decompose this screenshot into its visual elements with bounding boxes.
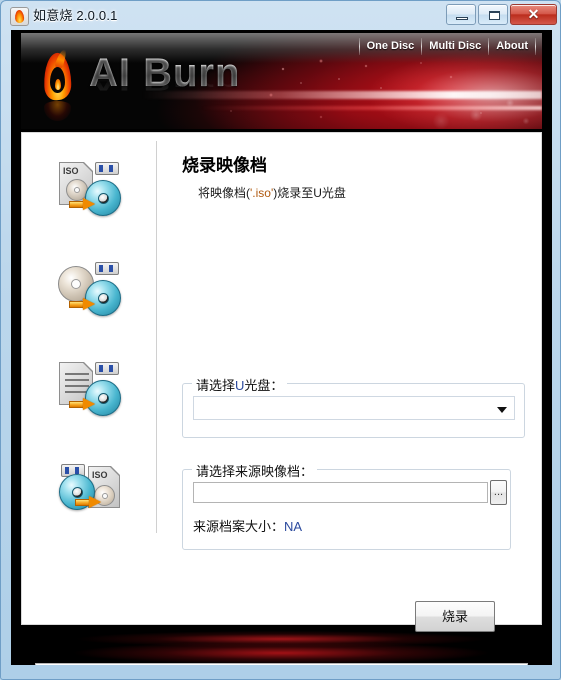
source-size-row: 来源档案大小：NA [193, 516, 302, 535]
iso-to-usb-icon: ISO [57, 160, 121, 218]
description-prefix: 将映像档( [198, 186, 250, 200]
close-button[interactable]: ✕ [510, 4, 557, 25]
flame-logo-icon [37, 48, 79, 121]
source-size-value: NA [284, 519, 303, 534]
description-suffix: )烧录至U光盘 [273, 186, 346, 200]
sidebar-item-iso-to-usb[interactable]: ISO [22, 139, 156, 239]
transfer-arrow-icon [69, 198, 95, 210]
maximize-button[interactable] [478, 4, 508, 25]
app-body: One Disc Multi Disc About AI Burn AI Bur [11, 30, 552, 665]
iso-sheet-label: ISO [92, 470, 108, 480]
page-title: 烧录映像档 [182, 156, 267, 175]
source-path-input[interactable] [193, 482, 488, 503]
window-title: 如意烧 2.0.0.1 [33, 8, 118, 23]
close-icon: ✕ [527, 6, 540, 22]
page-description: 将映像档('.iso')烧录至U光盘 [198, 184, 346, 201]
nav-item-about[interactable]: About [489, 38, 535, 55]
legend-suffix: 光盘： [244, 378, 284, 393]
app-logo: AI Burn AI Burn [37, 48, 240, 121]
nav-item-multi-disc[interactable]: Multi Disc [422, 38, 488, 55]
browse-button-label: ... [493, 486, 504, 498]
sidebar-item-usb-to-iso[interactable]: ISO [22, 439, 156, 539]
iso-sheet-label: ISO [63, 166, 79, 176]
app-flame-icon [10, 7, 29, 26]
window-controls: ✕ [446, 4, 557, 25]
burn-button[interactable]: 烧录 [415, 601, 495, 632]
usb-stick-icon [95, 262, 119, 276]
usb-disc-select[interactable] [193, 396, 515, 420]
description-iso-token: '.iso' [250, 186, 274, 200]
source-size-label: 来源档案大小： [193, 519, 285, 534]
title-bar: 如意烧 2.0.0.1 ✕ [1, 1, 561, 30]
usb-to-iso-icon: ISO [57, 460, 121, 518]
app-window: 如意烧 2.0.0.1 ✕ One Disc Multi Disc About … [0, 0, 561, 680]
browse-button[interactable]: ... [490, 480, 507, 505]
bottom-red-glow [11, 642, 552, 665]
mode-sidebar: ISO ISO [22, 139, 156, 539]
minimize-button[interactable] [446, 4, 476, 25]
usb-disc-groupbox: 请选择U光盘： [182, 375, 525, 438]
panel-divider [156, 141, 157, 533]
burn-image-form: 烧录映像档 将映像档('.iso')烧录至U光盘 请选择U光盘： 请选择来源映像… [166, 133, 543, 632]
maximize-icon [489, 11, 500, 20]
transfer-arrow-icon [75, 496, 101, 508]
chevron-down-icon [497, 407, 507, 413]
main-nav: One Disc Multi Disc About [358, 38, 536, 55]
usb-disc-legend: 请选择U光盘： [192, 375, 288, 394]
minimize-icon [456, 17, 468, 20]
nav-separator [535, 38, 536, 55]
logo-title: AI Burn [89, 51, 241, 95]
source-image-groupbox: 请选择来源映像档： ... 来源档案大小：NA [182, 461, 511, 550]
content-panel: ISO ISO 烧录映像档 将映像档('.iso')烧录至U光盘 请选择U光盘：… [21, 132, 543, 632]
legend-u-token: U [235, 378, 245, 393]
logo-text-wrap: AI Burn AI Burn [89, 51, 240, 95]
sidebar-item-files-to-usb[interactable] [22, 339, 156, 439]
transfer-arrow-icon [69, 298, 95, 310]
usb-stick-icon [95, 362, 119, 376]
legend-prefix: 请选择 [196, 378, 236, 393]
usb-stick-icon [95, 162, 119, 176]
disc-to-usb-icon [57, 260, 121, 318]
header-banner: One Disc Multi Disc About AI Burn AI Bur [21, 33, 542, 129]
transfer-arrow-icon [69, 398, 95, 410]
sidebar-item-disc-to-usb[interactable] [22, 239, 156, 339]
source-image-legend: 请选择来源映像档： [192, 461, 318, 480]
files-to-usb-icon [57, 360, 121, 418]
nav-item-one-disc[interactable]: One Disc [360, 38, 422, 55]
